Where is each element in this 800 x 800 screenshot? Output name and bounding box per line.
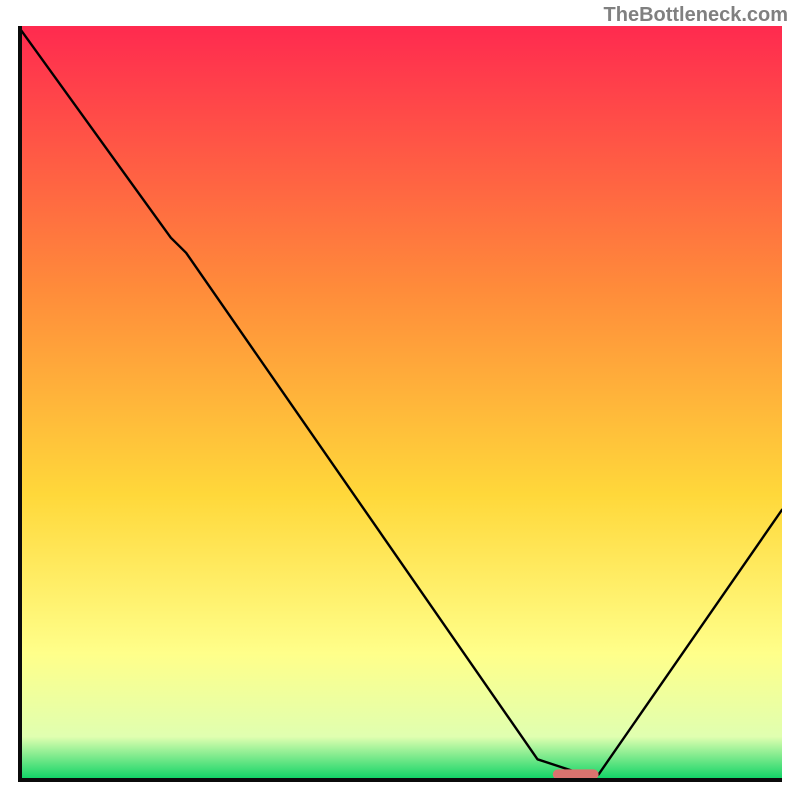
chart-svg: [18, 26, 782, 782]
watermark-text: TheBottleneck.com: [604, 4, 788, 27]
optimal-marker: [553, 769, 599, 779]
bottleneck-chart: [18, 26, 782, 782]
